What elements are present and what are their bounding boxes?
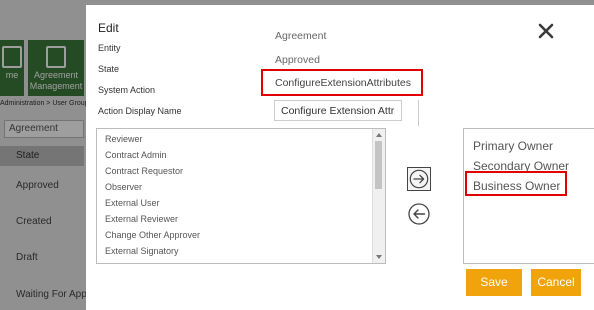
arrow-left-circle-icon [408,203,430,225]
scroll-down-icon[interactable] [376,255,382,259]
close-icon[interactable] [538,23,554,39]
highlight-box [465,171,567,196]
save-button[interactable]: Save [466,269,522,296]
state-label: State [98,64,120,74]
arrow-right-circle-icon [409,169,429,189]
move-left-button[interactable] [407,202,431,226]
list-scrollbar[interactable] [372,129,385,263]
list-item[interactable]: Observer [97,179,385,195]
list-item[interactable]: Contract Admin [97,147,385,163]
action-display-name-input[interactable] [274,100,402,121]
available-roles-list[interactable]: Reviewer Contract Admin Contract Request… [96,128,386,264]
state-value: Approved [275,54,320,66]
scroll-up-icon[interactable] [376,133,382,137]
dialog-title: Edit [98,21,119,35]
entity-label: Entity [98,43,121,53]
list-item[interactable]: External Signatory [97,243,385,259]
scroll-thumb[interactable] [375,141,382,189]
list-item[interactable]: Reviewer [97,131,385,147]
list-item[interactable]: External Reviewer [97,211,385,227]
list-item[interactable]: Primary Owner [473,139,553,153]
edit-dialog: Edit Entity State System Action Action D… [86,5,594,310]
list-item[interactable]: Change Other Approver [97,227,385,243]
entity-value: Agreement [275,30,327,42]
system-action-label: System Action [98,85,156,95]
list-items: Reviewer Contract Admin Contract Request… [97,129,385,259]
list-item[interactable]: External User [97,195,385,211]
divider [418,100,419,126]
system-action-value: ConfigureExtensionAttributes [275,77,411,89]
move-right-button[interactable] [407,167,431,191]
cancel-button[interactable]: Cancel [531,269,581,296]
list-item[interactable]: Contract Requestor [97,163,385,179]
selected-roles-list[interactable]: Primary Owner Secondary Owner Business O… [463,128,594,264]
action-display-name-label: Action Display Name [98,106,182,116]
